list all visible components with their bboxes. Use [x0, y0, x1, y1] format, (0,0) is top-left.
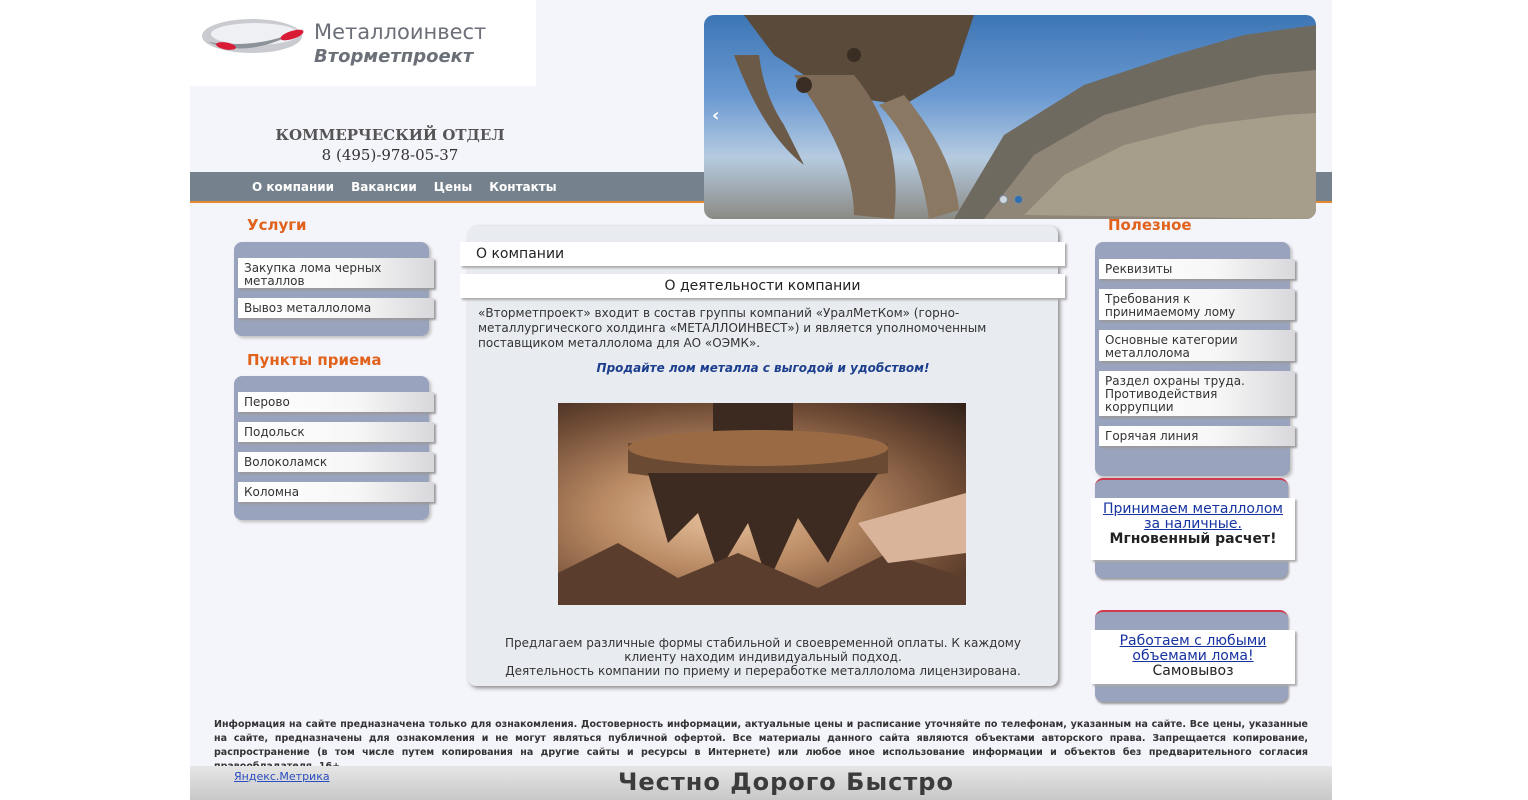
license-text: Деятельность компании по приему и перера…: [505, 664, 1021, 678]
content-panel: О компании О деятельности компании «Втор…: [460, 226, 1065, 686]
banner-pagination: [999, 195, 1023, 204]
menu-item-scrap-purchase[interactable]: Закупка лома черных металлов: [238, 258, 434, 288]
scrap-photo-graphic: [558, 403, 966, 605]
nav-item-vacancies[interactable]: Вакансии: [351, 180, 417, 194]
promo-volume-text: Самовывоз: [1152, 663, 1234, 679]
menu-item-scrap-requirements[interactable]: Требования к принимаемому лому: [1099, 289, 1295, 320]
logo-title: Металлоинвест: [314, 20, 487, 44]
points-title: Пункты приема: [247, 351, 382, 369]
services-menu: Закупка лома черных металлов Вывоз метал…: [234, 242, 434, 336]
logo-subtitle: Вторметпроект: [314, 46, 474, 67]
nav-item-prices[interactable]: Цены: [434, 180, 472, 194]
banner-dot-1[interactable]: [999, 195, 1008, 204]
menu-item-perovo[interactable]: Перово: [238, 392, 434, 412]
footer-motto: Честно Дорого Быстро: [618, 768, 954, 796]
useful-menu: Реквизиты Требования к принимаемому лому…: [1095, 242, 1295, 476]
nav-item-contacts[interactable]: Контакты: [489, 180, 556, 194]
content-heading: О деятельности компании: [460, 274, 1065, 298]
company-bottom-text: Предлагаем различные формы стабильной и …: [478, 636, 1048, 678]
menu-item-volokolamsk[interactable]: Волоколамск: [238, 452, 434, 472]
menu-item-scrap-categories[interactable]: Основные категории металлолома: [1099, 330, 1295, 361]
logo-emblem-icon: [202, 19, 304, 53]
slogan-text: Продайте лом металла с выгодой и удобств…: [596, 361, 930, 375]
payment-text: Предлагаем различные формы стабильной и …: [505, 636, 1021, 664]
footer-band: Яндекс.Метрика Честно Дорого Быстро: [190, 766, 1332, 800]
services-title: Услуги: [247, 216, 307, 234]
promo-cash-link[interactable]: Принимаем металлолом за наличные.: [1097, 502, 1289, 532]
commercial-dept-label: КОММЕРЧЕСКИЙ ОТДЕЛ: [275, 126, 505, 144]
yandex-metrika-link[interactable]: Яндекс.Метрика: [234, 770, 330, 783]
promo-cash-link-text[interactable]: Принимаем металлолом за наличные.: [1103, 501, 1283, 532]
promo-volume-link-text[interactable]: Работаем с любыми объемами лома!: [1120, 633, 1267, 664]
promo-volume-box: Работаем с любыми объемами лома! Самовыв…: [1091, 610, 1295, 702]
menu-item-requisites[interactable]: Реквизиты: [1099, 259, 1295, 279]
promo-cash-box: Принимаем металлолом за наличные. Мгнове…: [1091, 478, 1295, 578]
banner-image: [734, 15, 1316, 219]
promo-cash-text: Мгновенный расчет!: [1109, 531, 1277, 547]
content-section-title: О компании: [460, 242, 1065, 266]
menu-item-podolsk[interactable]: Подольск: [238, 422, 434, 442]
site-logo[interactable]: Металлоинвест Вторметпроект: [190, 0, 536, 86]
promo-volume-inner: Работаем с любыми объемами лома! Самовыв…: [1091, 630, 1295, 684]
points-menu: Перово Подольск Волоколамск Коломна: [234, 376, 434, 520]
menu-item-hotline[interactable]: Горячая линия: [1099, 426, 1295, 446]
banner-slider[interactable]: ‹: [704, 15, 1316, 219]
menu-item-scrap-removal[interactable]: Вывоз металлолома: [238, 298, 434, 318]
header-phone: 8 (495)-978-05-37: [321, 146, 459, 164]
promo-cash-inner: Принимаем металлолом за наличные. Мгнове…: [1091, 498, 1295, 560]
company-intro-text: «Вторметпроект» входит в состав группы к…: [478, 306, 987, 350]
promo-volume-link[interactable]: Работаем с любыми объемами лома!: [1097, 634, 1289, 664]
banner-prev-arrow[interactable]: ‹: [712, 105, 719, 126]
nav-item-about[interactable]: О компании: [252, 180, 334, 194]
menu-item-kolomna[interactable]: Коломна: [238, 482, 434, 502]
scrap-magnet-photo: [558, 403, 966, 605]
useful-title: Полезное: [1108, 216, 1192, 234]
banner-dot-2-active[interactable]: [1014, 195, 1023, 204]
menu-item-labor-safety[interactable]: Раздел охраны труда. Противодействия кор…: [1099, 371, 1295, 416]
